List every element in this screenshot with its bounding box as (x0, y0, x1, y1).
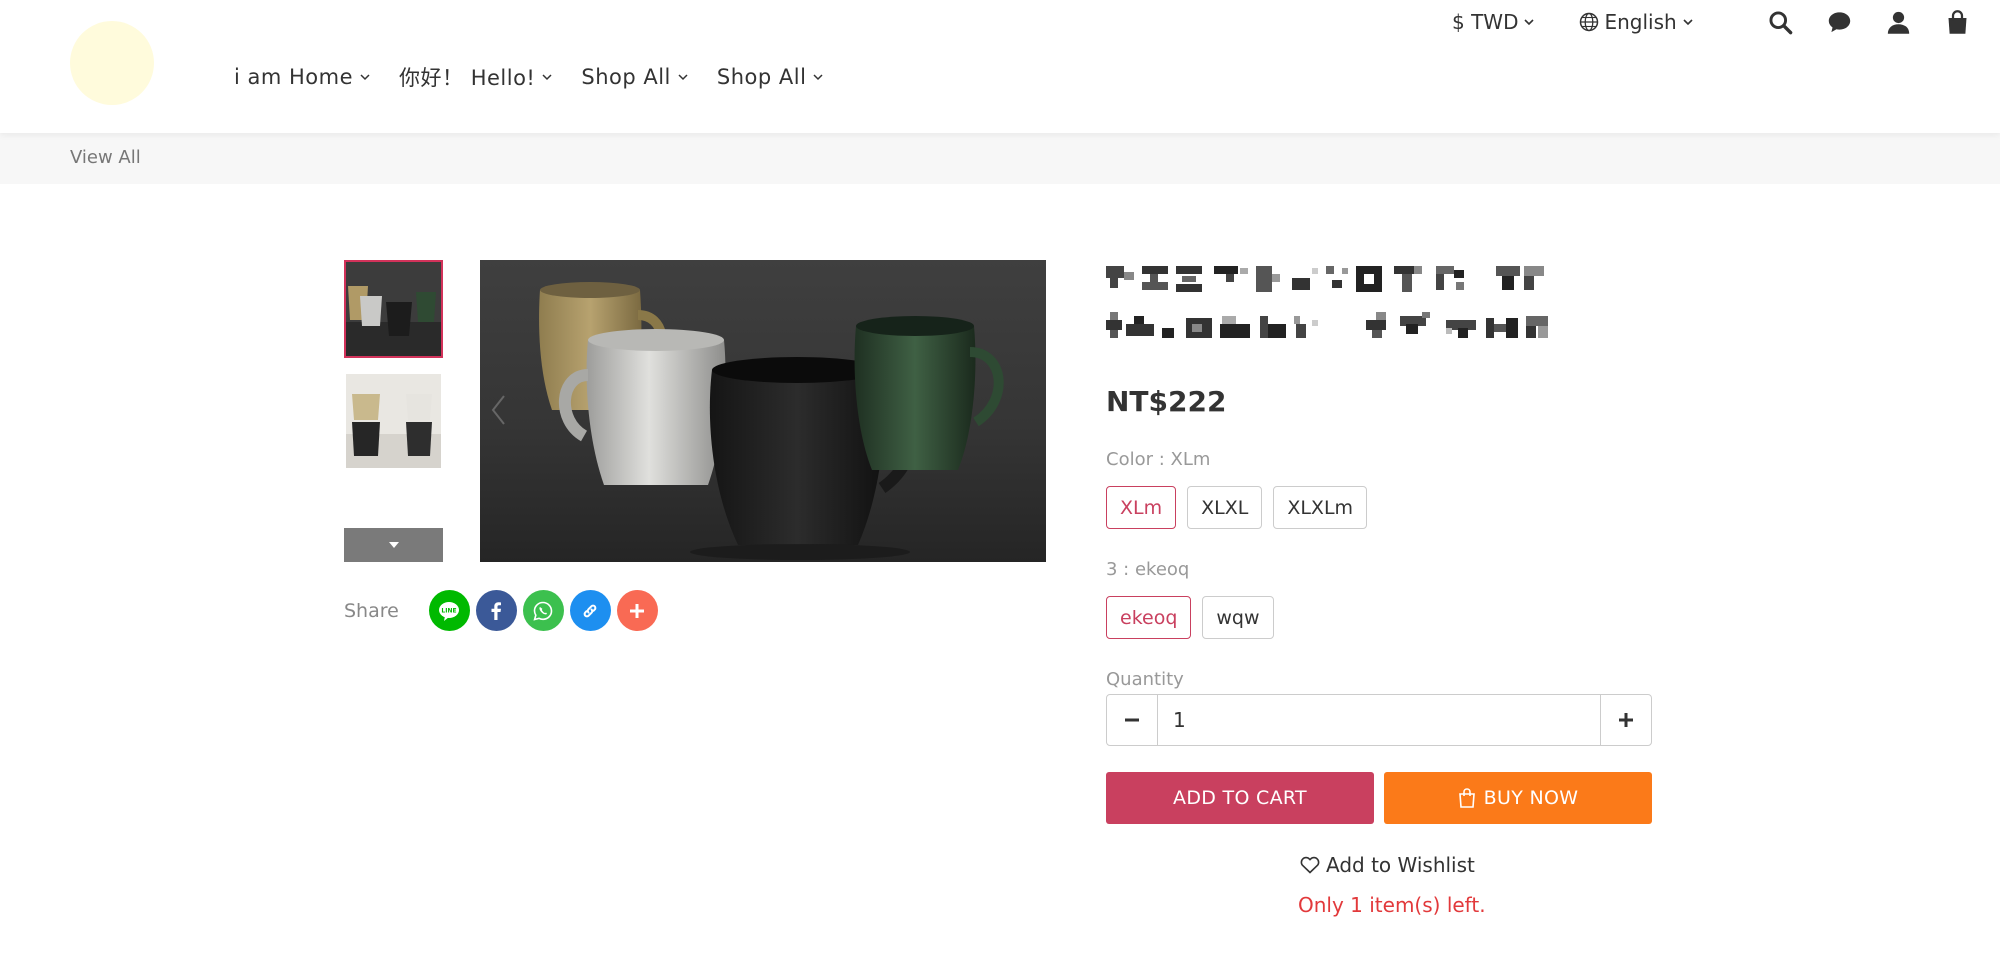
color-option-xlxlm[interactable]: XLXLm (1273, 486, 1368, 529)
share-more-button[interactable] (616, 590, 658, 631)
nav-item-label: Shop All (716, 65, 807, 89)
globe-icon (1580, 12, 1599, 32)
breadcrumb-view-all[interactable]: View All (70, 147, 141, 168)
add-to-cart-button[interactable]: ADD TO CART (1106, 772, 1374, 824)
copy-link-button[interactable] (569, 590, 611, 631)
thumbnail-1[interactable] (344, 260, 443, 358)
language-selector[interactable]: English (1579, 10, 1693, 34)
nav-item-hello[interactable]: 你好！ Hello! (399, 62, 553, 92)
color-option-xlm[interactable]: XLm (1106, 486, 1177, 529)
link-icon (583, 604, 597, 617)
search-button[interactable] (1765, 6, 1797, 38)
nav-item-label: Shop All (581, 65, 671, 89)
caret-down-icon (388, 542, 399, 548)
thumbnail-2[interactable] (344, 372, 443, 470)
product-title-redacted (1106, 266, 1548, 338)
facebook-icon (491, 601, 502, 620)
chat-icon (1829, 11, 1851, 32)
chevron-left-icon[interactable] (488, 390, 508, 430)
plus-icon (1619, 713, 1633, 727)
whatsapp-icon (533, 601, 553, 621)
quantity-input[interactable] (1157, 695, 1601, 745)
breadcrumb-bar: View All (0, 133, 2000, 184)
chevron-down-icon (1524, 19, 1535, 26)
chevron-down-icon (1683, 19, 1693, 26)
share-whatsapp-button[interactable] (522, 590, 564, 631)
user-icon (1888, 11, 1910, 34)
thumbnail-image (346, 374, 441, 468)
cart-bag-icon (1948, 9, 1967, 34)
color-option-label: Color : XLm (1106, 449, 1211, 470)
product-photo (480, 260, 1046, 562)
product-price: NT$222 (1106, 385, 1227, 418)
thumbnail-list (344, 260, 443, 484)
quantity-increase-button[interactable] (1601, 695, 1651, 745)
chevron-down-icon (360, 74, 370, 81)
chevron-down-icon (542, 74, 552, 81)
wishlist-label: Add to Wishlist (1326, 853, 1475, 877)
stock-notice: Only 1 item(s) left. (1298, 893, 1486, 917)
buy-now-label: BUY NOW (1483, 787, 1579, 809)
chevron-down-icon (678, 74, 688, 81)
color-option-group: XLm XLXL XLXLm (1106, 486, 1368, 529)
currency-selector[interactable]: $ TWD (1452, 10, 1535, 34)
add-to-wishlist-link[interactable]: Add to Wishlist (1300, 853, 1475, 877)
heart-icon (1300, 856, 1320, 874)
color-option-xlxl[interactable]: XLXL (1187, 486, 1263, 529)
nav-item-label: i am Home (234, 65, 354, 89)
quantity-label: Quantity (1106, 669, 1184, 690)
line-icon: LINE (439, 601, 460, 621)
option3-ekeoq[interactable]: ekeoq (1106, 596, 1192, 639)
buy-now-button[interactable]: BUY NOW (1384, 772, 1652, 824)
thumbnail-scroll-down-button[interactable] (344, 528, 443, 562)
thumbnail-image (346, 262, 441, 356)
share-bar: Share LINE (344, 590, 664, 631)
add-to-cart-label: ADD TO CART (1173, 787, 1307, 809)
nav-item-shop-all-2[interactable]: Shop All (717, 62, 825, 92)
share-facebook-button[interactable] (475, 590, 517, 631)
language-label: English (1604, 10, 1677, 34)
nav-item-shop-all[interactable]: Shop All (581, 62, 689, 92)
chevron-down-icon (813, 74, 823, 81)
nav-item-label: 你好！ Hello! (399, 66, 536, 90)
quantity-decrease-button[interactable] (1107, 695, 1157, 745)
option3-label: 3 : ekeoq (1106, 559, 1190, 580)
utility-bar: $ TWD English (1452, 8, 1974, 36)
search-icon (1769, 10, 1793, 34)
svg-text:LINE: LINE (442, 607, 457, 614)
option3-group: ekeoq wqw (1106, 596, 1274, 639)
minus-icon (1125, 718, 1139, 722)
cart-button[interactable] (1942, 6, 1974, 38)
main-nav: i am Home 你好！ Hello! Shop All Shop All (234, 62, 824, 92)
store-logo[interactable] (70, 21, 154, 105)
shopping-bag-icon (1458, 788, 1475, 808)
plus-icon (630, 603, 645, 618)
option3-wqw[interactable]: wqw (1202, 596, 1274, 639)
site-header: i am Home 你好！ Hello! Shop All Shop All $… (0, 0, 2000, 133)
quantity-stepper (1106, 694, 1652, 746)
share-label: Share (344, 599, 399, 622)
product-main-image[interactable] (480, 260, 1046, 562)
chat-button[interactable] (1824, 6, 1856, 38)
account-button[interactable] (1883, 6, 1915, 38)
currency-label: $ TWD (1452, 10, 1519, 34)
nav-item-home[interactable]: i am Home (234, 62, 371, 92)
share-line-button[interactable]: LINE (428, 590, 470, 631)
